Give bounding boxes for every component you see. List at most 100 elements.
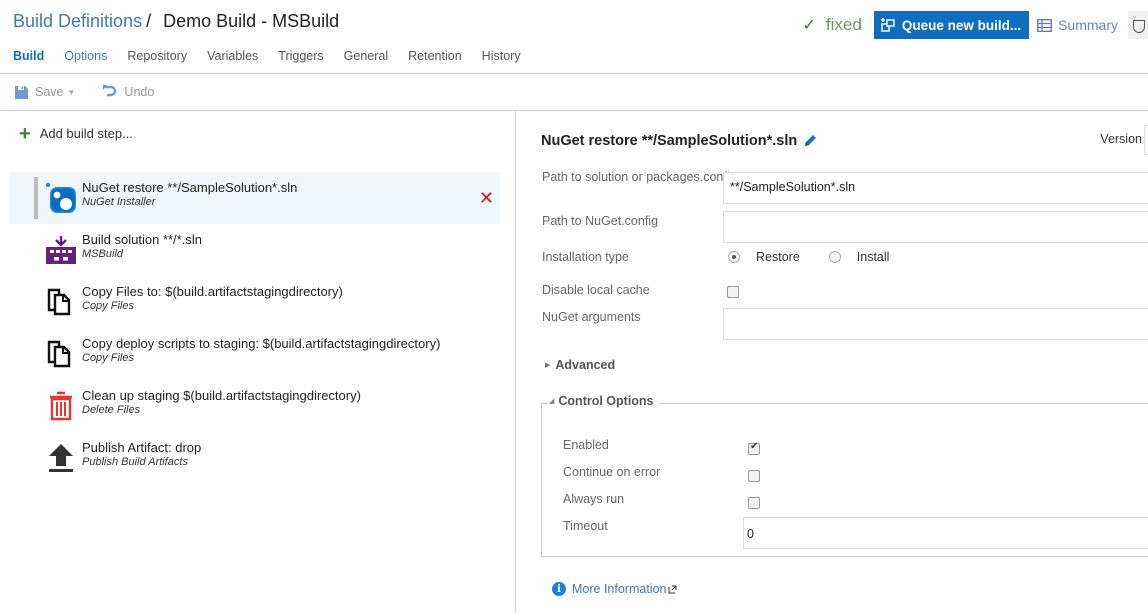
breadcrumb-build-definitions[interactable]: Build Definitions	[13, 11, 142, 31]
shield-icon[interactable]	[1128, 11, 1148, 39]
task-title: NuGet restore **/SampleSolution*.sln	[541, 133, 817, 149]
undo-label: Undo	[124, 85, 155, 99]
external-link-icon	[668, 585, 677, 593]
drag-handle[interactable]	[34, 177, 38, 219]
radio-restore[interactable]	[728, 251, 740, 263]
copy-files-icon	[47, 288, 71, 316]
definition-tabs: Build Options Repository Variables Trigg…	[13, 49, 541, 63]
undo-icon	[103, 85, 117, 97]
enabled-label: Enabled	[563, 438, 609, 452]
tab-variables[interactable]: Variables	[207, 49, 258, 63]
build-step-build-solution[interactable]: Build solution **/*.sln MSBuild	[9, 224, 500, 276]
copy-files-icon	[47, 340, 71, 368]
control-options-section: ◢ Control Options Enabled Continue on er…	[541, 394, 1148, 557]
step-title: Copy Files to: $(build.artifactstagingdi…	[82, 284, 343, 299]
tab-repository[interactable]: Repository	[127, 49, 187, 63]
build-status: ✓ fixed	[803, 15, 862, 35]
installation-type-radio-group: Restore Install	[728, 250, 918, 264]
build-step-copy-deploy-scripts[interactable]: Copy deploy scripts to staging: $(build.…	[9, 328, 500, 380]
build-step-nuget-restore[interactable]: NuGet restore **/SampleSolution*.sln NuG…	[9, 172, 500, 224]
save-icon	[15, 85, 28, 99]
always-run-checkbox[interactable]	[748, 497, 760, 509]
page-header: Build Definitions / Demo Build - MSBuild B…	[0, 0, 1148, 74]
upload-icon	[49, 444, 73, 472]
installation-type-label: Installation type	[542, 250, 629, 264]
tab-general[interactable]: General	[344, 49, 388, 63]
tab-options[interactable]: Options	[64, 49, 107, 63]
tab-retention[interactable]: Retention	[408, 49, 462, 63]
tab-history[interactable]: History	[482, 49, 521, 63]
trash-icon	[50, 391, 72, 421]
step-title: Clean up staging $(build.artifactstaging…	[82, 388, 361, 403]
plus-icon: +	[19, 122, 31, 145]
page-title: Demo Build - MSBuild	[163, 11, 340, 31]
add-build-step-label: Add build step...	[39, 126, 133, 141]
more-information-link[interactable]: i More Information	[552, 582, 677, 596]
summary-button[interactable]: Summary	[1037, 17, 1118, 33]
summary-label: Summary	[1058, 17, 1118, 33]
nuget-icon	[45, 182, 76, 213]
continue-on-error-label: Continue on error	[563, 465, 661, 479]
step-title: Publish Artifact: drop	[82, 440, 202, 455]
build-steps-panel: + Add build step... NuGet restore **/Sam…	[0, 111, 516, 613]
tab-triggers[interactable]: Triggers	[278, 49, 323, 63]
control-options-toggle[interactable]: ◢ Control Options	[547, 394, 659, 408]
step-title: Copy deploy scripts to staging: $(build.…	[82, 336, 441, 351]
timeout-input[interactable]: 0	[743, 517, 1148, 549]
info-icon: i	[552, 582, 566, 596]
build-step-publish-artifact[interactable]: Publish Artifact: drop Publish Build Art…	[9, 432, 500, 484]
build-step-copy-files[interactable]: Copy Files to: $(build.artifactstagingdi…	[9, 276, 500, 328]
advanced-label: Advanced	[555, 358, 616, 372]
enabled-checkbox[interactable]	[748, 441, 760, 455]
disable-cache-checkbox[interactable]	[727, 286, 739, 298]
step-task-type: Copy Files	[82, 352, 134, 364]
solution-path-label: Path to solution or packages.config	[542, 170, 737, 184]
step-title: NuGet restore **/SampleSolution*.sln	[82, 180, 298, 195]
build-step-clean-up-staging[interactable]: Clean up staging $(build.artifactstaging…	[9, 380, 500, 432]
breadcrumb-separator: /	[146, 11, 152, 31]
pencil-icon[interactable]	[803, 134, 817, 148]
timeout-label: Timeout	[563, 519, 608, 533]
toolbar: Save ▼ Undo	[0, 74, 1148, 111]
add-build-step-button[interactable]: + Add build step...	[19, 122, 133, 145]
table-icon	[1037, 18, 1053, 32]
more-information-label: More Information	[572, 582, 667, 596]
save-button[interactable]: Save ▼	[15, 85, 75, 99]
build-step-list: NuGet restore **/SampleSolution*.sln NuG…	[9, 172, 500, 484]
caret-down-icon: ◢	[549, 398, 555, 405]
advanced-section-toggle[interactable]: ▶ Advanced	[545, 358, 615, 372]
msbuild-icon	[46, 236, 76, 264]
nuget-config-label: Path to NuGet.config	[542, 214, 659, 228]
radio-install-label[interactable]: Install	[857, 250, 890, 264]
always-run-label: Always run	[563, 492, 625, 506]
status-text: fixed	[825, 15, 862, 34]
chevron-down-icon: ▼	[67, 87, 76, 97]
task-title-text: NuGet restore **/SampleSolution*.sln	[541, 133, 798, 149]
nuget-args-label: NuGet arguments	[542, 310, 641, 324]
solution-path-input[interactable]: **/SampleSolution*.sln	[723, 172, 1148, 204]
queue-button-label: Queue new build...	[901, 17, 1022, 33]
nuget-args-input[interactable]	[723, 308, 1148, 340]
step-task-type: NuGet Installer	[82, 196, 156, 208]
version-select[interactable]	[1144, 125, 1148, 155]
header-actions: ✓ fixed Queue new build... Summary	[803, 11, 1148, 39]
continue-on-error-checkbox[interactable]	[748, 470, 760, 482]
remove-step-icon[interactable]: ✕	[479, 189, 494, 207]
step-title: Build solution **/*.sln	[82, 232, 202, 247]
check-icon: ✓	[802, 17, 816, 34]
task-details-panel: NuGet restore **/SampleSolution*.sln Ver…	[517, 111, 1148, 613]
undo-button[interactable]: Undo	[103, 85, 154, 99]
save-label: Save	[35, 85, 64, 99]
step-task-type: Copy Files	[82, 300, 134, 312]
step-task-type: MSBuild	[82, 248, 123, 260]
radio-restore-label[interactable]: Restore	[756, 250, 800, 264]
breadcrumb: Build Definitions / Demo Build - MSBuild	[13, 11, 339, 32]
queue-build-icon	[880, 18, 895, 32]
version-label: Version	[1100, 132, 1142, 146]
caret-right-icon: ▶	[545, 362, 551, 369]
tab-build[interactable]: Build	[13, 49, 44, 63]
step-task-type: Publish Build Artifacts	[82, 456, 188, 468]
nuget-config-input[interactable]	[723, 211, 1148, 243]
radio-install[interactable]	[828, 251, 841, 263]
queue-new-build-button[interactable]: Queue new build...	[873, 11, 1030, 39]
